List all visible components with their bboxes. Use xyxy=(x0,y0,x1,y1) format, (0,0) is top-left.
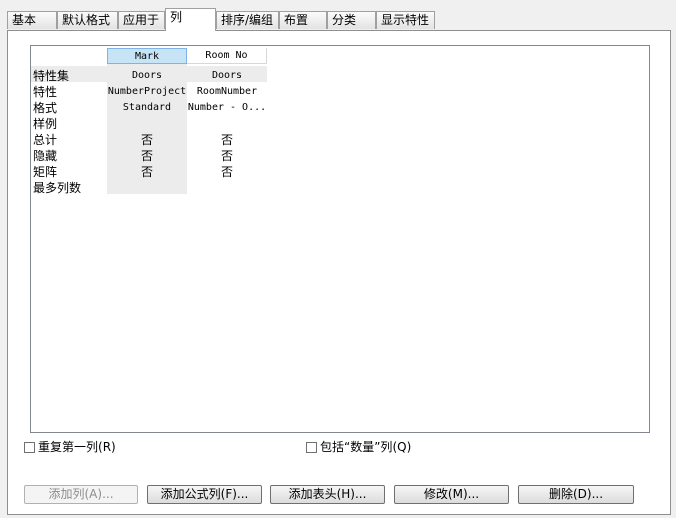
column-header-mark[interactable]: Mark xyxy=(107,48,187,64)
repeat-first-column-label: 重复第一列 xyxy=(38,440,99,454)
row-label-matrix: 矩阵 xyxy=(33,165,58,179)
modify-button[interactable]: 修改(M)... xyxy=(394,485,509,504)
grid-cell[interactable]: NumberProject xyxy=(107,84,187,100)
repeat-first-column-mnemonic: (R) xyxy=(98,440,116,454)
column-grid[interactable]: Mark Room No 特性集 特性 格式 样例 总计 隐藏 矩阵 最多列数 … xyxy=(30,45,650,433)
grid-cell[interactable]: 否 xyxy=(107,148,187,164)
include-quantity-checkbox[interactable]: 包括“数量”列(Q) xyxy=(306,439,411,455)
add-header-button[interactable]: 添加表头(H)... xyxy=(270,485,385,504)
grid-cell[interactable]: RoomNumber xyxy=(187,84,267,100)
add-column-button[interactable]: 添加列(A)... xyxy=(24,485,138,504)
modify-label: 修改 xyxy=(423,487,448,501)
add-formula-column-label: 添加公式列 xyxy=(160,487,221,501)
add-formula-column-mnemonic: (F)... xyxy=(220,487,249,501)
column-header-room-no[interactable]: Room No xyxy=(187,48,267,64)
delete-button[interactable]: 删除(D)... xyxy=(518,485,634,504)
grid-cell[interactable]: 否 xyxy=(187,164,267,180)
grid-cell[interactable]: Doors xyxy=(107,68,187,84)
tab-sort-group[interactable]: 排序/编组 xyxy=(216,11,279,29)
grid-cell[interactable]: 否 xyxy=(107,164,187,180)
checkbox-box[interactable] xyxy=(24,442,35,453)
grid-cell[interactable]: Standard xyxy=(107,100,187,116)
add-header-mnemonic: (H)... xyxy=(336,487,367,501)
tab-default-format[interactable]: 默认格式 xyxy=(57,11,118,29)
grid-cell[interactable]: 否 xyxy=(187,132,267,148)
include-quantity-mnemonic: (Q) xyxy=(392,440,412,454)
grid-cell[interactable]: 否 xyxy=(107,132,187,148)
add-column-label: 添加列 xyxy=(48,487,85,501)
row-label-max-columns: 最多列数 xyxy=(33,181,82,195)
row-label-hidden: 隐藏 xyxy=(33,149,58,163)
tab-basic[interactable]: 基本 xyxy=(7,11,57,29)
tab-classification[interactable]: 分类 xyxy=(327,11,376,29)
grid-cell[interactable]: 否 xyxy=(187,148,267,164)
tab-columns[interactable]: 列 xyxy=(165,8,216,31)
tab-display-properties[interactable]: 显示特性 xyxy=(376,11,435,29)
row-label-sample: 样例 xyxy=(33,117,58,131)
tab-layout[interactable]: 布置 xyxy=(279,11,327,29)
row-label-property: 特性 xyxy=(33,85,58,99)
tab-applies-to[interactable]: 应用于 xyxy=(118,11,165,29)
grid-cell[interactable]: Doors xyxy=(187,68,267,84)
modify-mnemonic: (M)... xyxy=(447,487,480,501)
tab-bar: 基本 默认格式 应用于 列 排序/编组 布置 分类 显示特性 xyxy=(0,0,676,31)
checkbox-box[interactable] xyxy=(306,442,317,453)
add-column-mnemonic: (A)... xyxy=(84,487,114,501)
grid-cell[interactable]: Number - O... xyxy=(187,100,267,116)
delete-mnemonic: (D)... xyxy=(572,487,604,501)
include-quantity-label: 包括“数量”列 xyxy=(320,440,393,454)
add-header-label: 添加表头 xyxy=(288,487,337,501)
row-label-format: 格式 xyxy=(33,101,58,115)
add-formula-column-button[interactable]: 添加公式列(F)... xyxy=(147,485,262,504)
row-label-total: 总计 xyxy=(33,133,58,147)
repeat-first-column-checkbox[interactable]: 重复第一列(R) xyxy=(24,439,116,455)
delete-label: 删除 xyxy=(548,487,573,501)
row-label-property-set: 特性集 xyxy=(33,69,70,83)
